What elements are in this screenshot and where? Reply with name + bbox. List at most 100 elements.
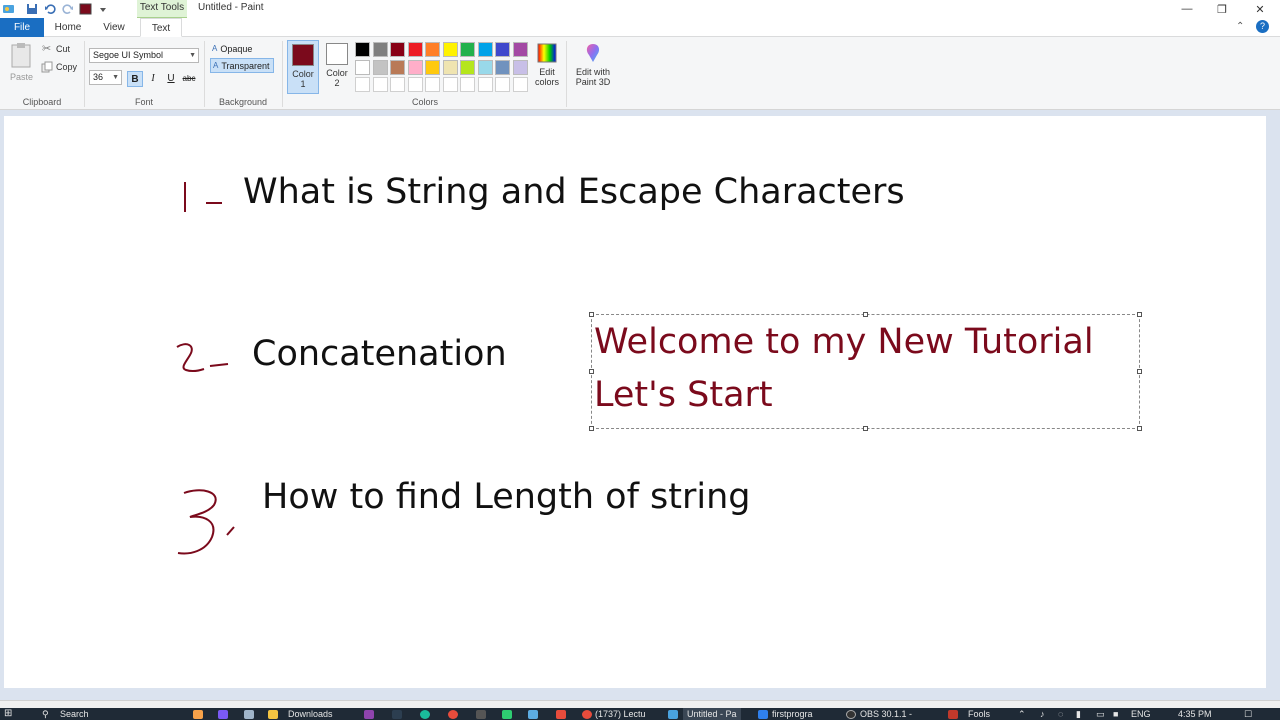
edit-with-paint3d-button[interactable]: Edit with Paint 3D	[571, 42, 615, 96]
clock-time[interactable]: 4:35 PM	[1178, 708, 1212, 720]
windows-start-icon[interactable]: ⊞	[4, 708, 12, 720]
restore-button[interactable]: ❐	[1205, 0, 1239, 18]
italic-button[interactable]: I	[145, 71, 161, 87]
resize-handle[interactable]	[863, 312, 868, 317]
copy-button[interactable]: Copy	[41, 61, 81, 74]
app-icon[interactable]	[193, 710, 203, 719]
palette-swatch[interactable]	[512, 77, 528, 92]
app-icon[interactable]	[476, 710, 486, 719]
palette-swatch[interactable]	[372, 59, 388, 75]
palette-swatch[interactable]	[460, 77, 475, 92]
palette-swatch[interactable]	[407, 77, 423, 92]
taskbar-fools[interactable]: Fools	[968, 708, 990, 720]
taskbar-firstprogram[interactable]: firstprogra	[772, 708, 813, 720]
chrome-icon[interactable]	[582, 710, 592, 719]
tray-chevron-icon[interactable]: ⌃	[1018, 708, 1026, 720]
palette-swatch[interactable]	[495, 59, 510, 75]
tab-view[interactable]: View	[96, 18, 132, 37]
tab-file[interactable]: File	[0, 18, 44, 37]
taskbar-downloads[interactable]: Downloads	[288, 708, 333, 720]
save-icon[interactable]	[24, 2, 40, 16]
collapse-ribbon-icon[interactable]: ⌃	[1236, 21, 1244, 32]
redo-icon[interactable]	[60, 2, 76, 16]
palette-swatch[interactable]	[390, 59, 405, 75]
volume-icon[interactable]: ♪	[1040, 708, 1045, 720]
paint-icon[interactable]	[668, 710, 678, 719]
search-icon[interactable]: ⚲	[42, 708, 49, 720]
resize-handle[interactable]	[863, 426, 868, 431]
palette-swatch[interactable]	[425, 59, 440, 75]
resize-handle[interactable]	[1137, 369, 1142, 374]
close-button[interactable]: ✕	[1243, 0, 1277, 18]
resize-handle[interactable]	[1137, 426, 1142, 431]
app-icon[interactable]	[948, 710, 958, 719]
folder-icon[interactable]	[268, 710, 278, 719]
language-indicator[interactable]: ENG	[1131, 708, 1151, 720]
palette-swatch[interactable]	[477, 59, 493, 75]
tab-text[interactable]: Text	[140, 18, 182, 37]
resize-handle[interactable]	[589, 369, 594, 374]
help-icon[interactable]: ?	[1256, 20, 1269, 33]
underline-button[interactable]: U	[163, 71, 179, 87]
font-size-select[interactable]: 36 ▼	[89, 70, 122, 85]
task-view-icon[interactable]	[244, 710, 254, 719]
resize-handle[interactable]	[589, 426, 594, 431]
palette-swatch[interactable]	[390, 42, 405, 57]
palette-swatch[interactable]	[512, 42, 528, 57]
strikethrough-button[interactable]: abc	[181, 71, 197, 87]
palette-swatch[interactable]	[477, 42, 493, 57]
minimize-button[interactable]: —	[1170, 0, 1204, 18]
opaque-option[interactable]: A Opaque	[210, 41, 255, 56]
palette-swatch[interactable]	[355, 42, 370, 57]
network-icon[interactable]: ◌	[1058, 708, 1063, 720]
app-icon[interactable]	[502, 710, 512, 719]
obs-icon[interactable]	[846, 710, 856, 719]
palette-swatch[interactable]	[442, 42, 458, 57]
battery-icon[interactable]: ▮	[1076, 708, 1081, 720]
palette-swatch[interactable]	[355, 59, 370, 75]
palette-swatch[interactable]	[425, 77, 440, 92]
tray-icon[interactable]: ▭	[1096, 708, 1105, 720]
tray-icon[interactable]: ■	[1113, 708, 1118, 720]
palette-swatch[interactable]	[442, 77, 458, 92]
color2-button[interactable]: Color 2	[321, 40, 353, 94]
undo-icon[interactable]	[42, 2, 58, 16]
taskbar-search[interactable]: Search	[60, 708, 89, 720]
app-icon[interactable]	[364, 710, 374, 719]
paste-button[interactable]: Paste	[8, 41, 34, 85]
paint-app-icon[interactable]	[1, 2, 17, 16]
edit-colors-button[interactable]: Edit colors	[533, 42, 561, 96]
vscode-icon[interactable]	[758, 710, 768, 719]
palette-swatch[interactable]	[372, 77, 388, 92]
palette-swatch[interactable]	[460, 59, 475, 75]
palette-swatch[interactable]	[512, 59, 528, 75]
palette-swatch[interactable]	[495, 42, 510, 57]
app-icon[interactable]	[556, 710, 566, 719]
palette-swatch[interactable]	[460, 42, 475, 57]
taskbar-paint[interactable]: Untitled - Pa	[683, 708, 741, 720]
palette-swatch[interactable]	[372, 42, 388, 57]
palette-swatch[interactable]	[477, 77, 493, 92]
notification-icon[interactable]: ☐	[1244, 708, 1252, 720]
customize-quick-access-icon[interactable]	[95, 2, 111, 16]
palette-swatch[interactable]	[407, 59, 423, 75]
app-icon[interactable]	[218, 710, 228, 719]
tab-home[interactable]: Home	[50, 18, 86, 37]
edge-icon[interactable]	[420, 710, 430, 719]
palette-swatch[interactable]	[425, 42, 440, 57]
quick-color-icon[interactable]	[78, 2, 94, 16]
palette-swatch[interactable]	[390, 77, 405, 92]
bold-button[interactable]: B	[127, 71, 143, 87]
font-family-select[interactable]: Segoe UI Symbol ▼	[89, 48, 199, 63]
app-icon[interactable]	[392, 710, 402, 719]
color1-button[interactable]: Color 1	[287, 40, 319, 94]
palette-swatch[interactable]	[442, 59, 458, 75]
cut-button[interactable]: ✂ Cut	[41, 43, 81, 56]
resize-handle[interactable]	[1137, 312, 1142, 317]
app-icon[interactable]	[528, 710, 538, 719]
taskbar-browser-tab[interactable]: (1737) Lectu	[595, 708, 646, 720]
taskbar-obs[interactable]: OBS 30.1.1 -	[860, 708, 912, 720]
palette-swatch[interactable]	[407, 42, 423, 57]
palette-swatch[interactable]	[355, 77, 370, 92]
transparent-option[interactable]: A Transparent	[210, 58, 274, 73]
